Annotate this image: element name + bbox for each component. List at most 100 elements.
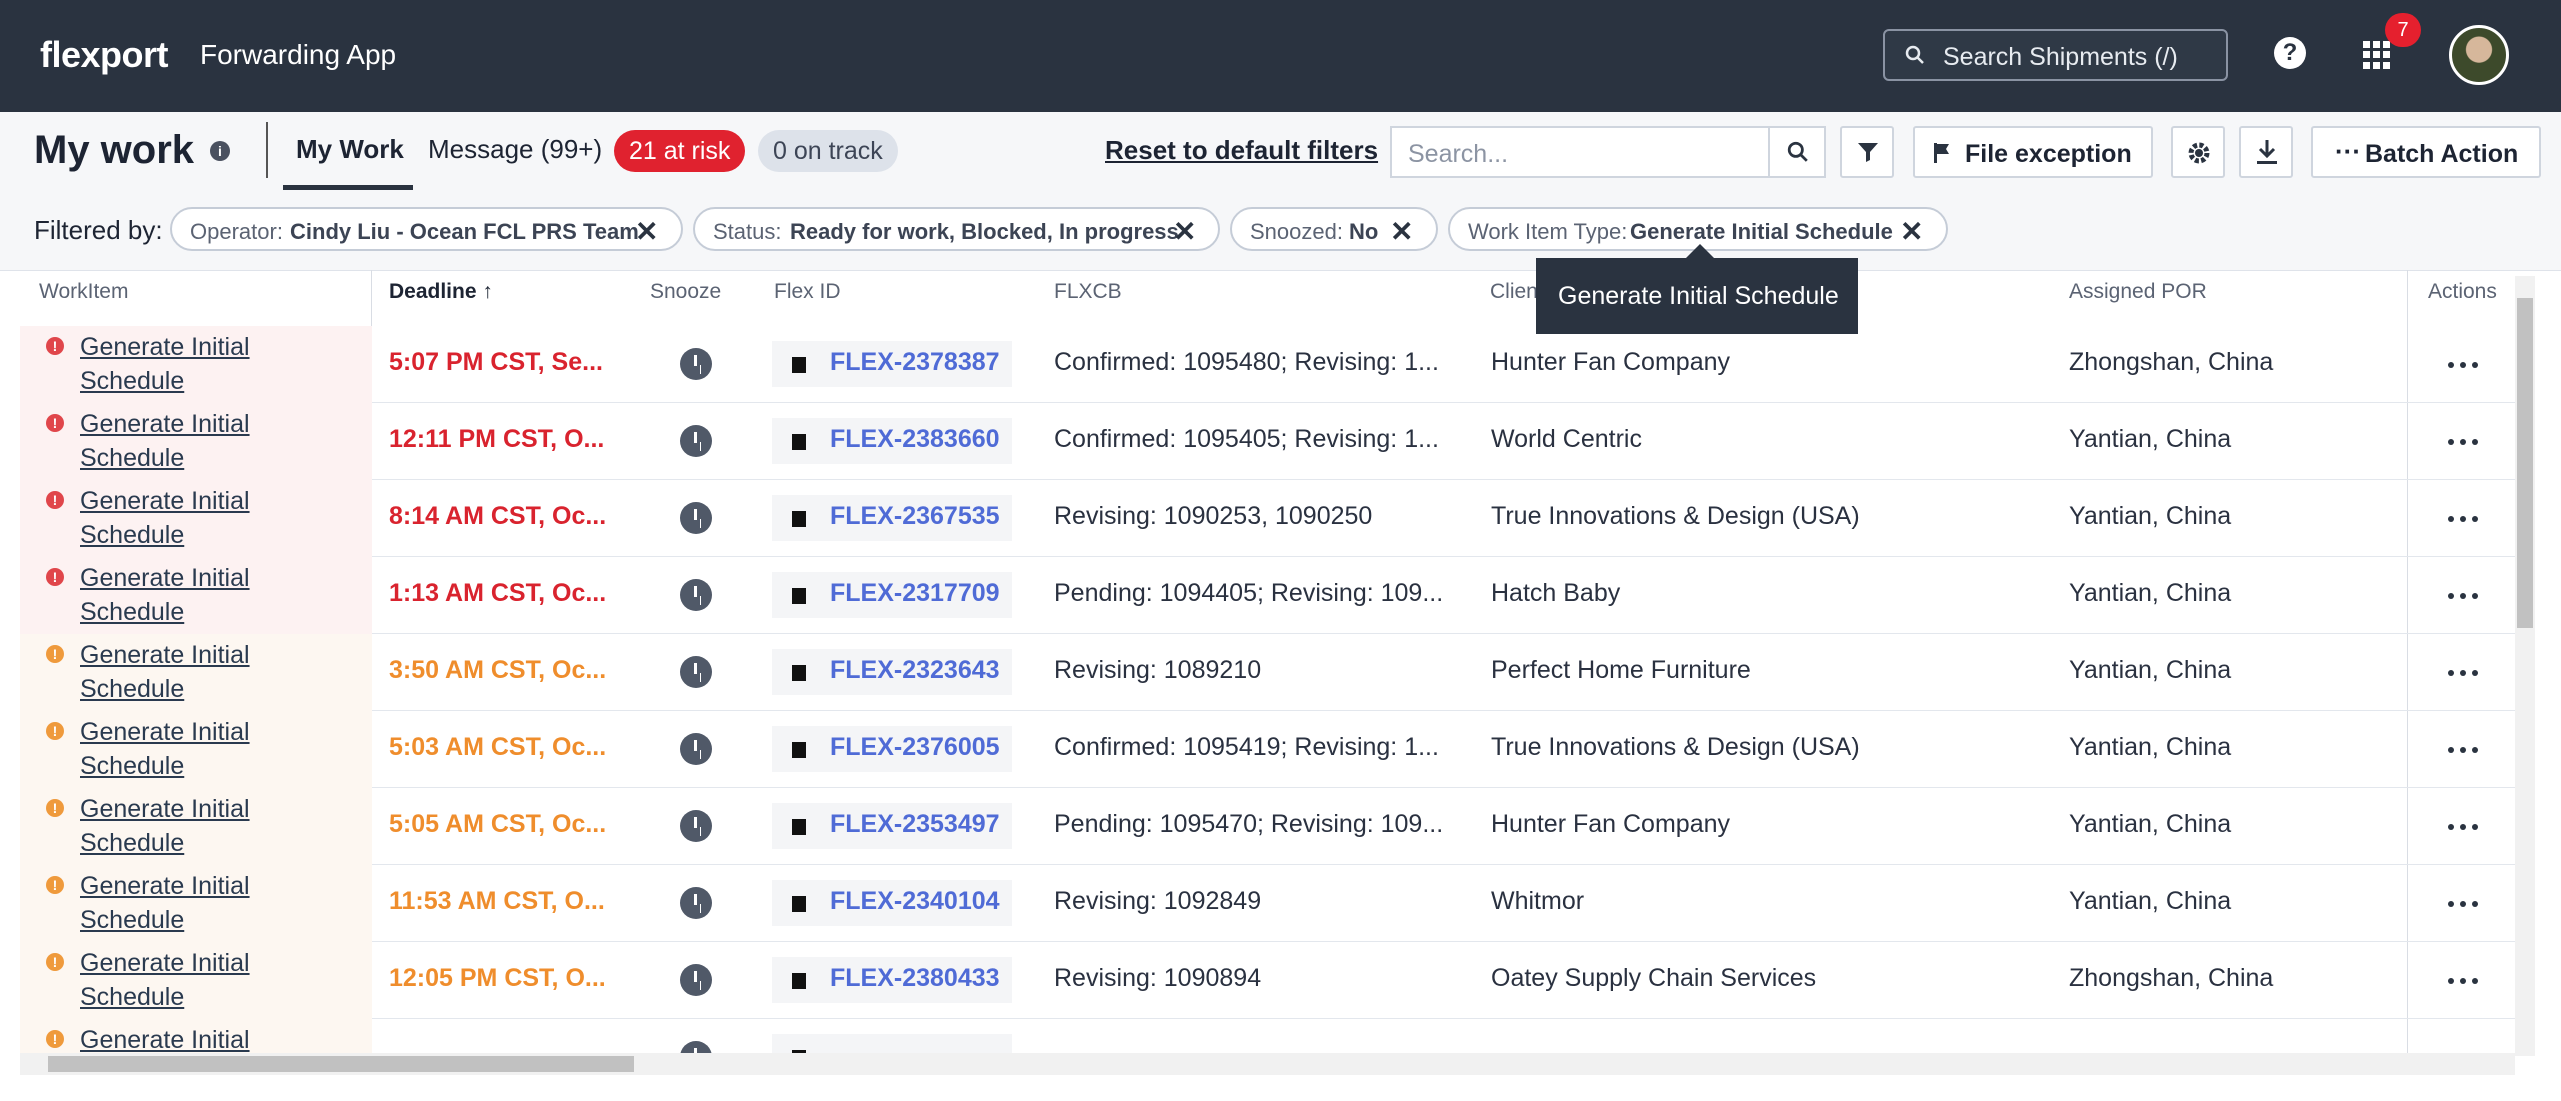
table-row[interactable]: ! Generate Initial Schedule 12:11 PM CST, … — [20, 403, 2515, 480]
clock-icon[interactable] — [680, 348, 712, 380]
search-button[interactable] — [1768, 126, 1826, 178]
info-icon[interactable]: i — [210, 141, 230, 161]
more-actions-icon[interactable] — [2448, 439, 2478, 445]
client-cell: Oatey Supply Chain Services — [1491, 964, 1817, 992]
table-row[interactable]: ! Generate Initial Schedule 5:07 PM CST, S… — [20, 326, 2515, 403]
more-actions-icon[interactable] — [2448, 670, 2478, 676]
more-actions-icon[interactable] — [2448, 901, 2478, 907]
workitem-link[interactable]: Generate Initial Schedule — [80, 1023, 320, 1056]
workitem-link[interactable]: Generate Initial Schedule — [80, 946, 320, 1014]
download-button[interactable] — [2239, 126, 2293, 178]
clock-icon[interactable] — [680, 579, 712, 611]
more-actions-icon[interactable] — [2448, 824, 2478, 830]
more-actions-icon[interactable] — [2448, 516, 2478, 522]
column-header-snooze[interactable]: Snooze — [650, 280, 721, 304]
work-search-placeholder: Search... — [1408, 140, 1509, 168]
table-row[interactable]: ! Generate Initial Schedule 5:05 AM CST, O… — [20, 788, 2515, 865]
flex-id-link[interactable]: FLEX-2383660 — [830, 425, 1000, 454]
tooltip: Generate Initial Schedule — [1536, 244, 1858, 334]
workitem-cell: ! Generate Initial Schedule — [20, 942, 372, 1019]
clock-icon[interactable] — [680, 425, 712, 457]
table-row[interactable]: ! Generate Initial Schedule 3:50 AM CST, O… — [20, 634, 2515, 711]
flexport-logo[interactable]: flexport — [40, 34, 169, 76]
column-header-deadline[interactable]: Deadline ↑ — [389, 280, 493, 304]
workitem-link[interactable]: Generate Initial Schedule — [80, 561, 320, 629]
clock-icon[interactable] — [680, 964, 712, 996]
deadline-cell: 5:05 AM CST, Oc... — [389, 810, 607, 838]
filter-chip-operator[interactable]: Operator: Cindy Liu - Ocean FCL PRS Team… — [170, 207, 683, 251]
filter-button[interactable] — [1840, 126, 1894, 178]
scrollbar-thumb[interactable] — [2517, 298, 2533, 628]
workitem-cell: ! Generate Initial Schedule — [20, 634, 372, 711]
shipment-search-input[interactable]: Search Shipments (/) — [1883, 29, 2228, 81]
close-icon[interactable]: ✕ — [1900, 215, 1923, 248]
table-row[interactable]: ! Generate Initial Schedule 12:05 PM CST, … — [20, 942, 2515, 1019]
workitem-link[interactable]: Generate Initial Schedule — [80, 330, 320, 398]
file-exception-button[interactable]: File exception — [1913, 126, 2153, 178]
deadline-cell: 12:11 PM CST, O... — [389, 425, 605, 453]
workitem-link[interactable]: Generate Initial Schedule — [80, 715, 320, 783]
flex-id-link[interactable]: FLEX-2380433 — [830, 964, 1000, 993]
close-icon[interactable]: ✕ — [1173, 215, 1196, 248]
more-actions-icon[interactable] — [2448, 978, 2478, 984]
user-avatar[interactable] — [2449, 25, 2509, 85]
vertical-scrollbar[interactable] — [2515, 276, 2535, 1056]
at-risk-badge[interactable]: 21 at risk — [614, 130, 746, 172]
column-header-workitem[interactable]: WorkItem — [39, 280, 128, 304]
workitem-link[interactable]: Generate Initial Schedule — [80, 792, 320, 860]
workitem-link[interactable]: Generate Initial Schedule — [80, 869, 320, 937]
flex-id-link[interactable]: FLEX-2340104 — [830, 887, 1000, 916]
tab-messages[interactable]: Message (99+) — [428, 134, 602, 165]
batch-action-label: Batch Action — [2365, 140, 2519, 168]
alert-icon: ! — [46, 491, 64, 509]
workitem-link[interactable]: Generate Initial Schedule — [80, 484, 320, 552]
clock-icon[interactable] — [680, 733, 712, 765]
workitem-link[interactable]: Generate Initial Schedule — [80, 407, 320, 475]
settings-button[interactable] — [2171, 126, 2225, 178]
more-actions-icon[interactable] — [2448, 362, 2478, 368]
document-icon — [792, 588, 806, 604]
table-row[interactable]: ! Generate Initial Schedule 1:13 AM CST, O… — [20, 557, 2515, 634]
clock-icon[interactable] — [680, 656, 712, 688]
workitem-cell: ! Generate Initial Schedule — [20, 865, 372, 942]
more-actions-icon[interactable] — [2448, 747, 2478, 753]
flxcb-cell: Revising: 1090894 — [1054, 964, 1262, 992]
scrollbar-thumb[interactable] — [48, 1056, 634, 1072]
batch-action-button[interactable]: ··· Batch Action — [2311, 126, 2541, 178]
help-icon[interactable]: ? — [2274, 37, 2306, 69]
alert-icon: ! — [46, 337, 64, 355]
chip-key: Status: — [713, 219, 782, 244]
close-icon[interactable]: ✕ — [635, 215, 658, 248]
workitem-link[interactable]: Generate Initial Schedule — [80, 638, 320, 706]
more-actions-icon[interactable] — [2448, 593, 2478, 599]
horizontal-scrollbar[interactable] — [20, 1053, 2515, 1075]
table-row[interactable]: ! Generate Initial Schedule 5:03 AM CST, O… — [20, 711, 2515, 788]
flex-id-link[interactable]: FLEX-2376005 — [830, 733, 1000, 762]
flex-id-link[interactable]: FLEX-2317709 — [830, 579, 1000, 608]
filter-chip-status[interactable]: Status: Ready for work, Blocked, In prog… — [693, 207, 1220, 251]
table-row[interactable]: ! Generate Initial Schedule 8:14 AM CST, O… — [20, 480, 2515, 557]
work-search-input[interactable]: Search... — [1390, 126, 1770, 178]
document-icon — [792, 896, 806, 912]
apps-grid-icon[interactable] — [2363, 41, 2391, 69]
column-header-flex-id[interactable]: Flex ID — [774, 280, 841, 304]
flex-id-link[interactable]: FLEX-2367535 — [830, 502, 1000, 531]
notification-badge[interactable]: 7 — [2385, 13, 2421, 47]
filter-chip-snoozed[interactable]: Snoozed: No ✕ — [1230, 207, 1438, 251]
flex-id-link[interactable]: FLEX-2353497 — [830, 810, 1000, 839]
table-row[interactable]: ! Generate Initial Schedule 11:53 AM CST, … — [20, 865, 2515, 942]
deadline-cell: 11:53 AM CST, O... — [389, 887, 605, 915]
reset-filters-link[interactable]: Reset to default filters — [1105, 135, 1378, 166]
column-header-flxcb[interactable]: FLXCB — [1054, 280, 1122, 304]
on-track-badge[interactable]: 0 on track — [758, 130, 898, 172]
column-header-client[interactable]: Clien — [1490, 280, 1538, 304]
clock-icon[interactable] — [680, 502, 712, 534]
column-header-assigned-por[interactable]: Assigned POR — [2069, 280, 2207, 304]
tab-my-work[interactable]: My Work — [296, 134, 404, 165]
close-icon[interactable]: ✕ — [1390, 215, 1413, 248]
table-row[interactable]: ! Generate Initial Schedule — [20, 1019, 2515, 1056]
flex-id-link[interactable]: FLEX-2378387 — [830, 348, 1000, 377]
clock-icon[interactable] — [680, 810, 712, 842]
clock-icon[interactable] — [680, 887, 712, 919]
flex-id-link[interactable]: FLEX-2323643 — [830, 656, 1000, 685]
